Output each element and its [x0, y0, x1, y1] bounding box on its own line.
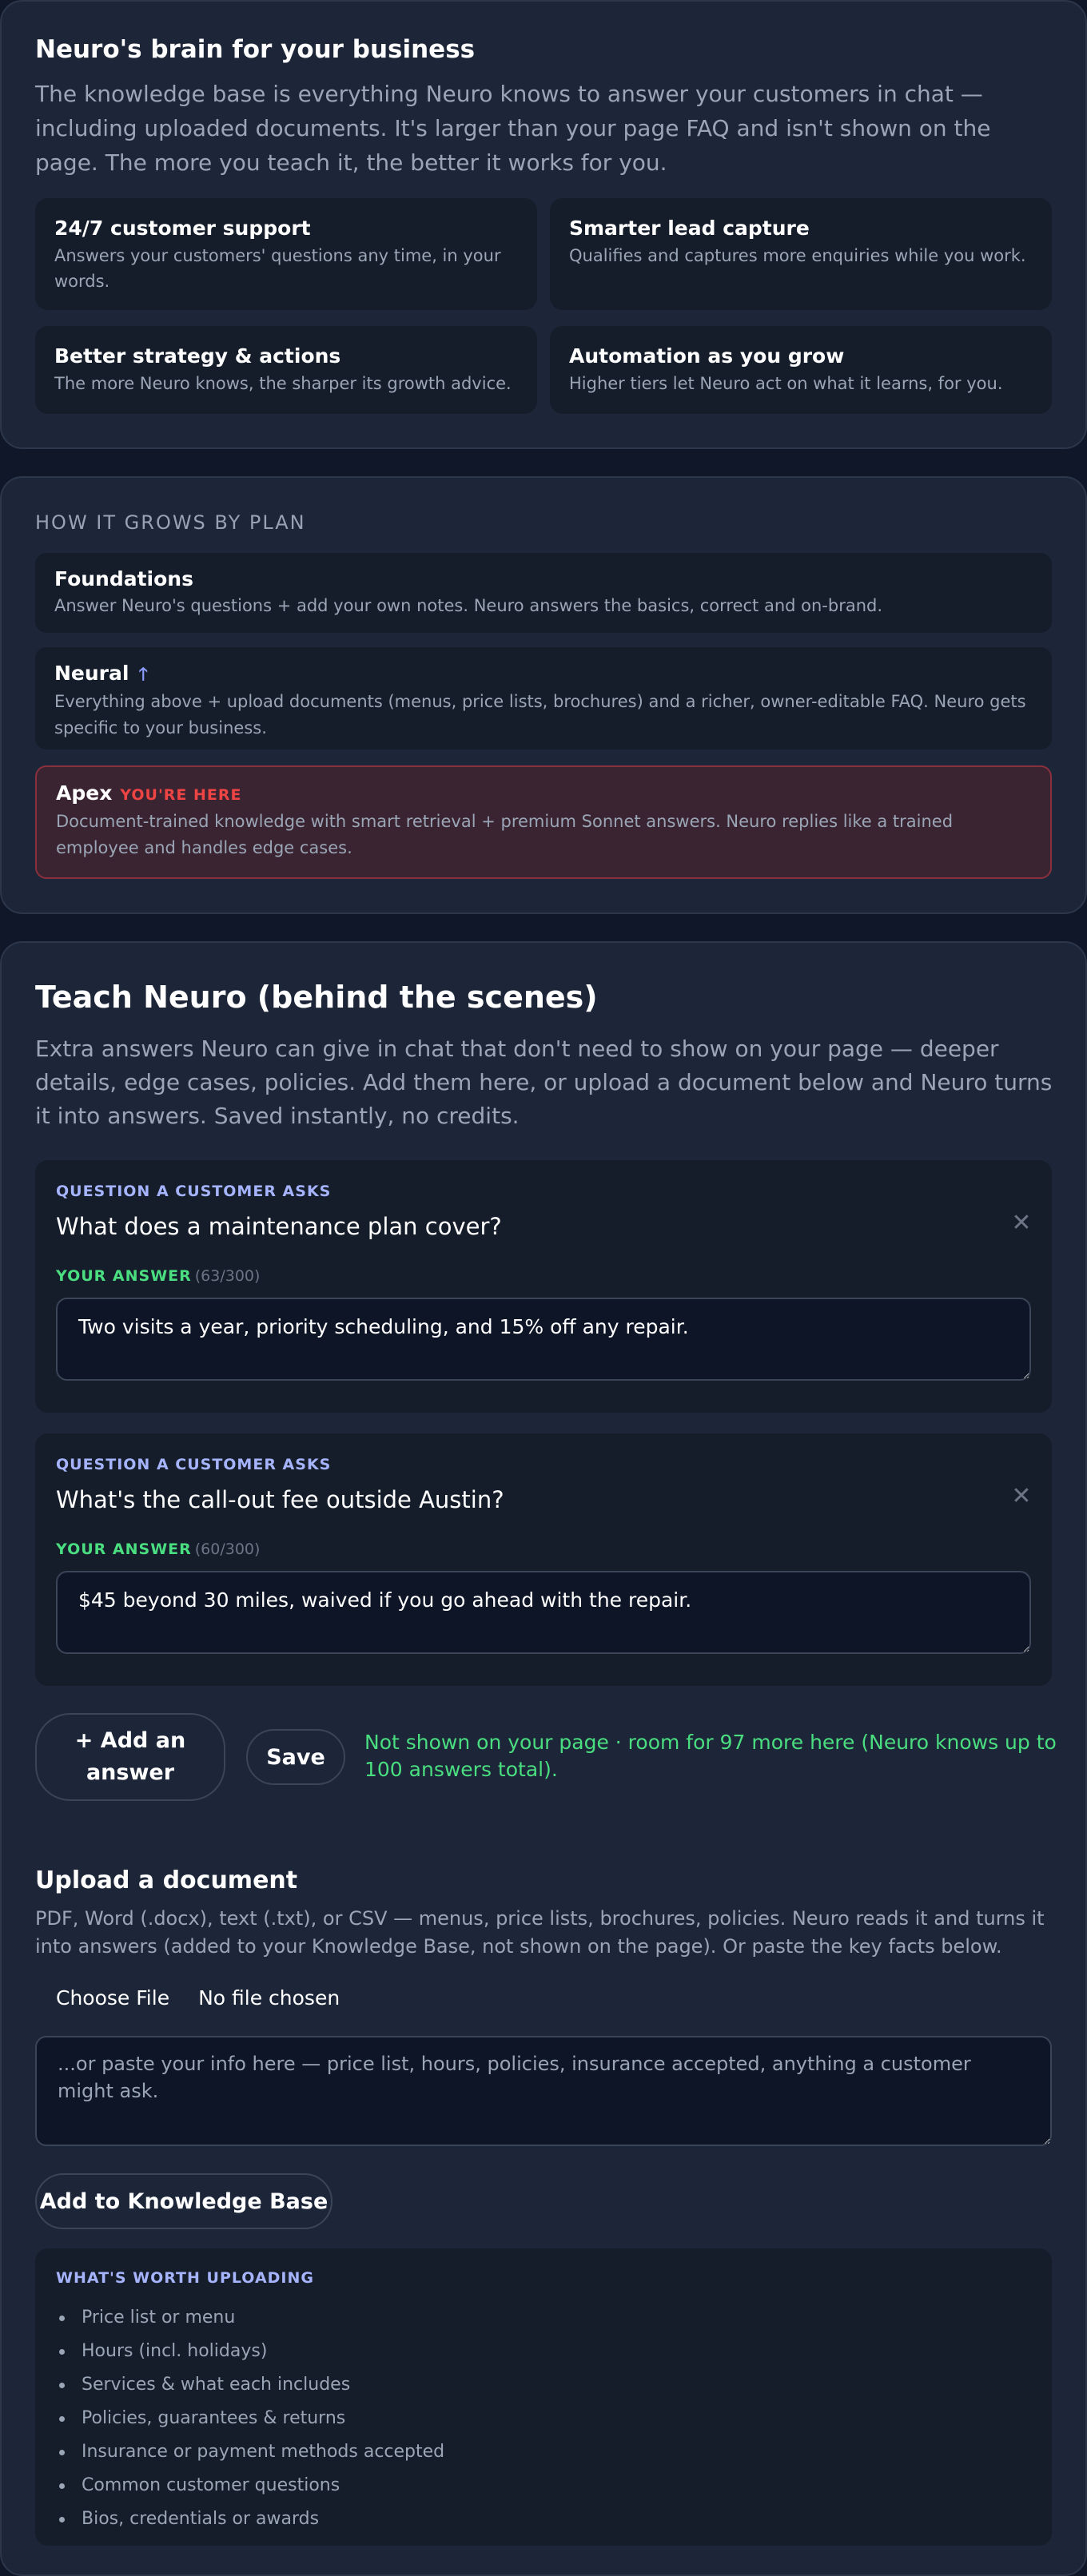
brain-title: Neuro's brain for your business	[35, 35, 476, 64]
qa-item: QUESTION A CUSTOMER ASKS What does a mai…	[35, 1160, 1052, 1413]
file-status-text: No file chosen	[198, 1986, 340, 2010]
feature-title: Smarter lead capture	[569, 217, 810, 240]
feature-desc: Higher tiers let Neuro act on what it le…	[569, 374, 1003, 393]
close-icon[interactable]: ✕	[1007, 1208, 1036, 1237]
add-to-knowledge-base-button[interactable]: Add to Knowledge Base	[35, 2173, 332, 2229]
plan-name-row: Apex YOU'RE HERE	[56, 780, 1031, 809]
teach-description: Extra answers Neuro can give in chat tha…	[35, 1036, 1053, 1129]
question-text[interactable]: What does a maintenance plan cover?	[56, 1213, 502, 1240]
list-item: Bios, credentials or awards	[56, 2502, 444, 2536]
worth-uploading-box: WHAT'S WORTH UPLOADING Price list or men…	[35, 2248, 1052, 2546]
save-status-note: Not shown on your page · room for 97 mor…	[364, 1731, 1057, 1781]
answer-label: YOUR ANSWER	[56, 1540, 192, 1558]
plan-name-row: Neural 🡑	[54, 660, 1033, 689]
question-label: QUESTION A CUSTOMER ASKS	[56, 1183, 332, 1200]
feature-card-support: 24/7 customer support Answers your custo…	[35, 198, 537, 310]
plan-name: Neural	[54, 662, 129, 685]
answer-label-row: YOUR ANSWER (60/300)	[56, 1540, 260, 1558]
list-item: Price list or menu	[56, 2301, 444, 2335]
plan-desc: Answer Neuro's questions + add your own …	[54, 596, 883, 615]
answer-char-count: (63/300)	[194, 1267, 261, 1285]
brain-description: The knowledge base is everything Neuro k…	[35, 81, 991, 176]
question-text[interactable]: What's the call-out fee outside Austin?	[56, 1486, 504, 1513]
plan-desc: Document-trained knowledge with smart re…	[56, 812, 954, 857]
plan-apex: Apex YOU'RE HERE Document-trained knowled…	[35, 765, 1052, 879]
save-button[interactable]: Save	[246, 1729, 345, 1785]
feature-title: 24/7 customer support	[54, 217, 311, 240]
answer-char-count: (60/300)	[194, 1540, 261, 1558]
worth-uploading-list: Price list or menu Hours (incl. holidays…	[56, 2301, 444, 2536]
feature-desc: Qualifies and captures more enquiries wh…	[569, 246, 1026, 265]
worth-uploading-title: WHAT'S WORTH UPLOADING	[56, 2269, 314, 2287]
paste-info-textarea[interactable]	[35, 2036, 1052, 2146]
upload-title: Upload a document	[35, 1866, 298, 1894]
list-item: Services & what each includes	[56, 2368, 444, 2402]
feature-title: Better strategy & actions	[54, 344, 341, 368]
question-label: QUESTION A CUSTOMER ASKS	[56, 1456, 332, 1473]
feature-card-automation: Automation as you grow Higher tiers let …	[550, 326, 1052, 414]
file-input: Choose File No file chosen	[35, 1982, 340, 2013]
answer-textarea[interactable]: Two visits a year, priority scheduling, …	[56, 1298, 1031, 1381]
plans-heading: HOW IT GROWS BY PLAN	[35, 511, 306, 534]
qa-item: QUESTION A CUSTOMER ASKS What's the call…	[35, 1433, 1052, 1686]
feature-card-lead-capture: Smarter lead capture Qualifies and captu…	[550, 198, 1052, 310]
list-item: Policies, guarantees & returns	[56, 2402, 444, 2435]
list-item: Common customer questions	[56, 2469, 444, 2502]
upload-description: PDF, Word (.docx), text (.txt), or CSV —…	[35, 1907, 1045, 1958]
answer-label-row: YOUR ANSWER (63/300)	[56, 1267, 260, 1285]
up-arrow-icon: 🡑	[138, 665, 148, 685]
answer-textarea[interactable]: $45 beyond 30 miles, waived if you go ah…	[56, 1571, 1031, 1654]
close-icon[interactable]: ✕	[1007, 1481, 1036, 1510]
add-answer-button[interactable]: + Add an answer	[35, 1713, 225, 1801]
feature-desc: Answers your customers' questions any ti…	[54, 246, 501, 291]
plan-name: Foundations	[54, 567, 193, 590]
list-item: Hours (incl. holidays)	[56, 2335, 444, 2368]
plan-desc: Everything above + upload documents (men…	[54, 692, 1026, 737]
knowledge-base-page: Neuro's brain for your business The know…	[0, 0, 1087, 2576]
plan-foundations: Foundations Answer Neuro's questions + a…	[35, 553, 1052, 633]
plan-name: Apex	[56, 781, 113, 805]
feature-title: Automation as you grow	[569, 344, 845, 368]
feature-desc: The more Neuro knows, the sharper its gr…	[54, 374, 512, 393]
choose-file-button[interactable]: Choose File	[35, 1986, 190, 2010]
feature-card-strategy: Better strategy & actions The more Neuro…	[35, 326, 537, 414]
plan-neural: Neural 🡑 Everything above + upload docume…	[35, 647, 1052, 749]
answer-label: YOUR ANSWER	[56, 1267, 192, 1285]
list-item: Insurance or payment methods accepted	[56, 2435, 444, 2469]
teach-title: Teach Neuro (behind the scenes)	[35, 980, 598, 1015]
current-plan-badge: YOU'RE HERE	[120, 786, 242, 804]
